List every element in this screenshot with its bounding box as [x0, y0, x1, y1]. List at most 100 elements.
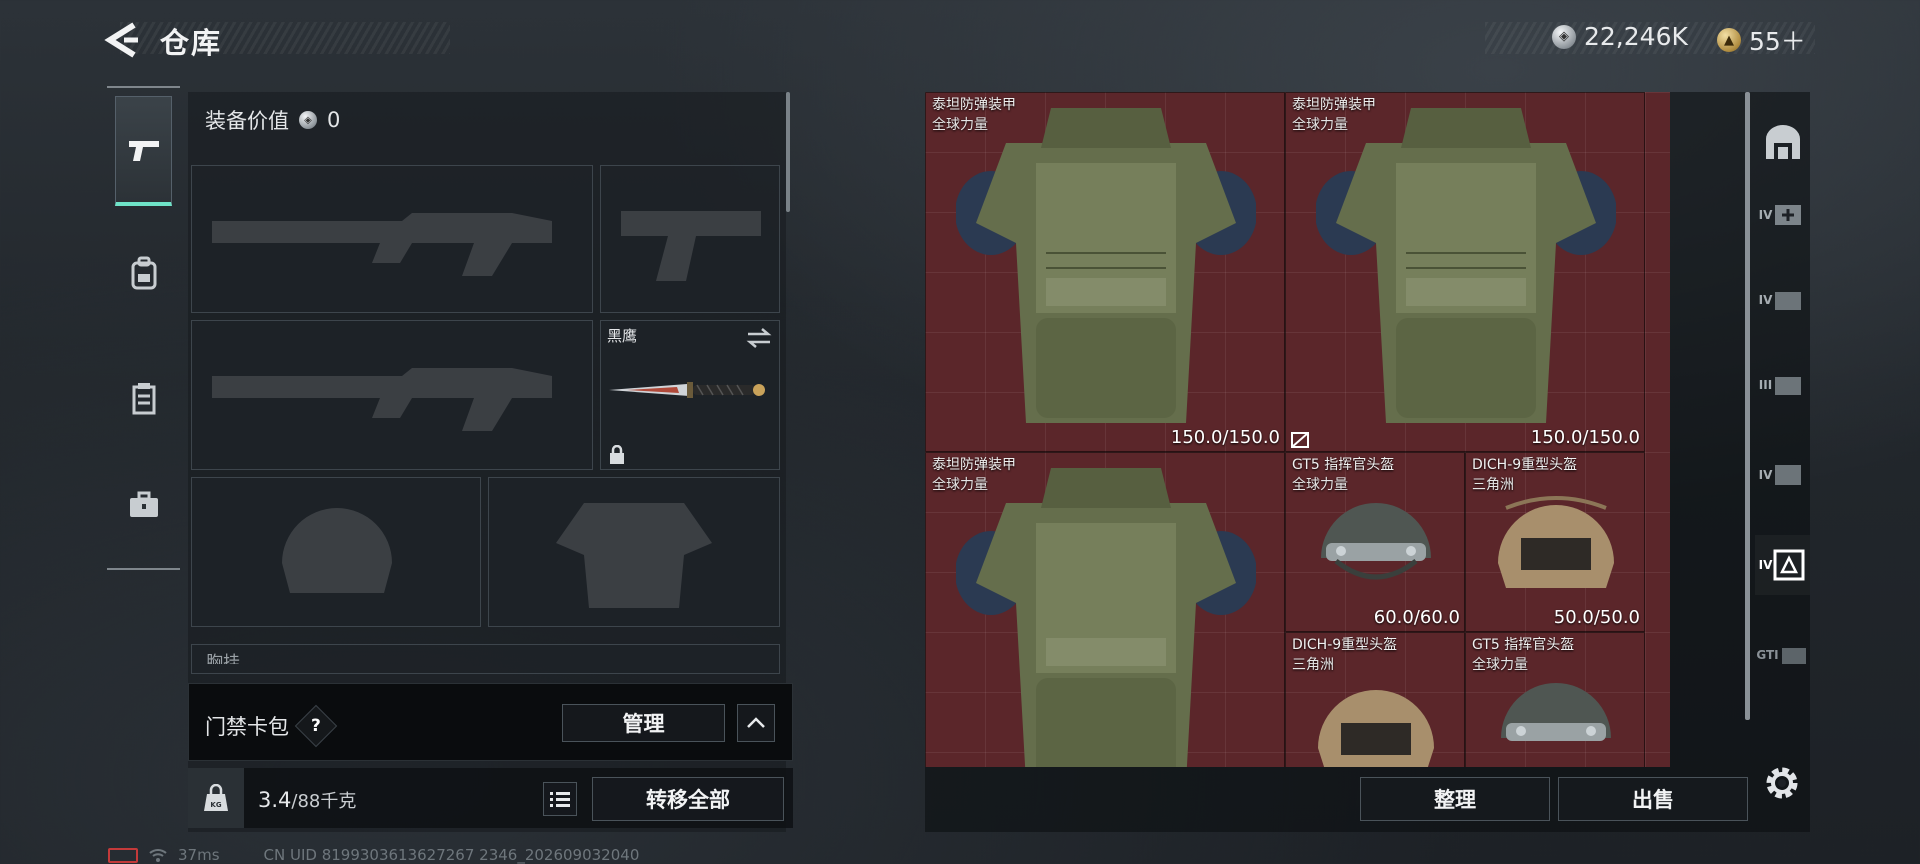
melee-slot[interactable]: 黑鹰: [600, 320, 780, 470]
armor-image: [1316, 108, 1616, 423]
inventory-item[interactable]: DICH-9重型头盔 三角洲 50.0/50.0: [1465, 452, 1645, 632]
kg-label: KG: [210, 801, 221, 809]
gold-coin-icon: ▲: [1717, 28, 1741, 52]
weight-readout: 3.4/88千克: [258, 787, 356, 813]
medkit-icon: [1775, 465, 1802, 485]
lock-icon: [610, 445, 624, 464]
armor-filter-icon: [1773, 549, 1805, 581]
silver-currency[interactable]: ◈ 22,246K: [1552, 22, 1688, 51]
equipment-value-label: 装备价值: [205, 109, 289, 133]
helmet-slot[interactable]: [191, 477, 481, 627]
tier-label: IV: [1758, 468, 1773, 482]
tier-label: III: [1758, 378, 1773, 392]
inventory-grid: 泰坦防弹装甲 全球力量 150.0/150.0 泰坦防弹装甲 全球力量 150.…: [925, 92, 1670, 767]
category-tabs: [107, 86, 180, 570]
inventory-scrollbar[interactable]: [1745, 92, 1750, 720]
item-origin: 三角洲: [1292, 657, 1334, 673]
tab-backpack[interactable]: [115, 218, 172, 328]
helmet-silhouette-icon: [282, 508, 392, 593]
knife-image: [609, 382, 765, 398]
collapse-button[interactable]: [737, 704, 775, 742]
armor-slot[interactable]: [488, 477, 780, 627]
case-icon: [1781, 648, 1806, 664]
chest-rig-label: 胸挂: [206, 653, 240, 664]
filter-armor[interactable]: IV: [1755, 535, 1810, 595]
tier-label: IV: [1758, 293, 1773, 307]
gear-icon[interactable]: [1762, 763, 1802, 803]
primary-weapon-slot-2[interactable]: [191, 320, 593, 470]
medkit-icon: [1775, 205, 1802, 225]
back-arrow-icon[interactable]: [104, 22, 144, 58]
armor-silhouette-icon: [556, 503, 712, 608]
list-view-button[interactable]: [543, 782, 577, 816]
gold-amount: 55＋: [1749, 27, 1806, 56]
item-durability: 150.0/150.0: [1530, 427, 1640, 448]
item-name: GT5 指挥官头盔: [1472, 637, 1575, 653]
inventory-item[interactable]: GT5 指挥官头盔 全球力量 60.0/60.0: [1285, 452, 1465, 632]
item-durability: 50.0/50.0: [1553, 607, 1640, 628]
chest-rig-icon: [132, 383, 155, 415]
helmet-image: [1501, 683, 1611, 741]
armor-image: [956, 468, 1256, 767]
filter-item[interactable]: IV: [1755, 185, 1810, 245]
item-origin: 全球力量: [1292, 117, 1348, 133]
case-icon: [1775, 292, 1802, 310]
primary-weapon-slot-1[interactable]: [191, 165, 593, 313]
filter-item[interactable]: IV: [1755, 445, 1810, 505]
sell-button[interactable]: 出售: [1558, 777, 1748, 821]
filter-item[interactable]: IV: [1755, 270, 1810, 330]
tier-label: GTI: [1756, 648, 1779, 662]
chest-rig-slot[interactable]: [191, 644, 780, 674]
page-title: 仓库: [160, 26, 223, 60]
filter-item[interactable]: GTI: [1755, 625, 1810, 685]
tab-weapons[interactable]: [115, 96, 172, 206]
silver-coin-icon: ◈: [299, 111, 317, 129]
filter-item[interactable]: III: [1755, 355, 1810, 415]
item-durability: 60.0/60.0: [1373, 607, 1460, 628]
inventory-item[interactable]: 泰坦防弹装甲 全球力量 150.0/150.0: [925, 92, 1285, 452]
tier-label: IV: [1758, 208, 1773, 222]
pistol-silhouette-icon: [621, 211, 761, 281]
knife-name: 黑鹰: [607, 327, 638, 345]
item-origin: 全球力量: [1472, 657, 1528, 673]
swap-icon[interactable]: [746, 327, 772, 349]
transfer-all-button[interactable]: 转移全部: [592, 777, 784, 821]
inventory-item[interactable]: DICH-9重型头盔 三角洲: [1285, 632, 1465, 767]
silver-amount: 22,246K: [1584, 22, 1688, 51]
manage-button[interactable]: 管理: [562, 704, 725, 742]
pistol-slot[interactable]: [600, 165, 780, 313]
briefcase-icon: [129, 491, 158, 517]
item-name: GT5 指挥官头盔: [1292, 457, 1395, 473]
tab-case[interactable]: [115, 450, 172, 560]
item-name: 泰坦防弹装甲: [1292, 97, 1376, 113]
status-bar: 37ms CN UID 8199303613627267 2346_202609…: [108, 845, 639, 864]
item-origin: 三角洲: [1472, 477, 1514, 493]
inventory-item[interactable]: 泰坦防弹装甲 全球力量: [925, 452, 1285, 767]
item-durability: 150.0/150.0: [1170, 427, 1280, 448]
item-name: 泰坦防弹装甲: [932, 457, 1016, 473]
case-icon: [1775, 377, 1802, 395]
item-origin: 全球力量: [932, 117, 988, 133]
item-name: 泰坦防弹装甲: [932, 97, 1016, 113]
keycard-bag-label: 门禁卡包: [205, 715, 289, 739]
pistol-icon: [128, 140, 159, 161]
storage-icon: [1765, 125, 1800, 159]
item-origin: 全球力量: [932, 477, 988, 493]
tab-chest-rig[interactable]: [115, 343, 172, 453]
inventory-item[interactable]: GT5 指挥官头盔 全球力量: [1465, 632, 1645, 767]
gold-currency[interactable]: ▲ 55＋: [1717, 22, 1806, 58]
no-insure-icon: [1291, 432, 1309, 448]
kettlebell-icon: KG: [204, 784, 228, 811]
item-name: DICH-9重型头盔: [1472, 457, 1578, 473]
helmet-image: [1321, 503, 1431, 580]
sort-button[interactable]: 整理: [1360, 777, 1550, 821]
item-origin: 全球力量: [1292, 477, 1348, 493]
inventory-item[interactable]: 泰坦防弹装甲 全球力量 150.0/150.0: [1285, 92, 1645, 452]
equipment-value: 装备价值 ◈ 0: [205, 105, 340, 135]
helmet-image: [1318, 690, 1434, 767]
help-symbol: ?: [311, 716, 321, 736]
equipment-scrollbar[interactable]: [786, 92, 790, 212]
equipment-value-amount: 0: [327, 108, 341, 132]
filter-all[interactable]: [1755, 112, 1810, 172]
armor-image: [956, 108, 1256, 423]
